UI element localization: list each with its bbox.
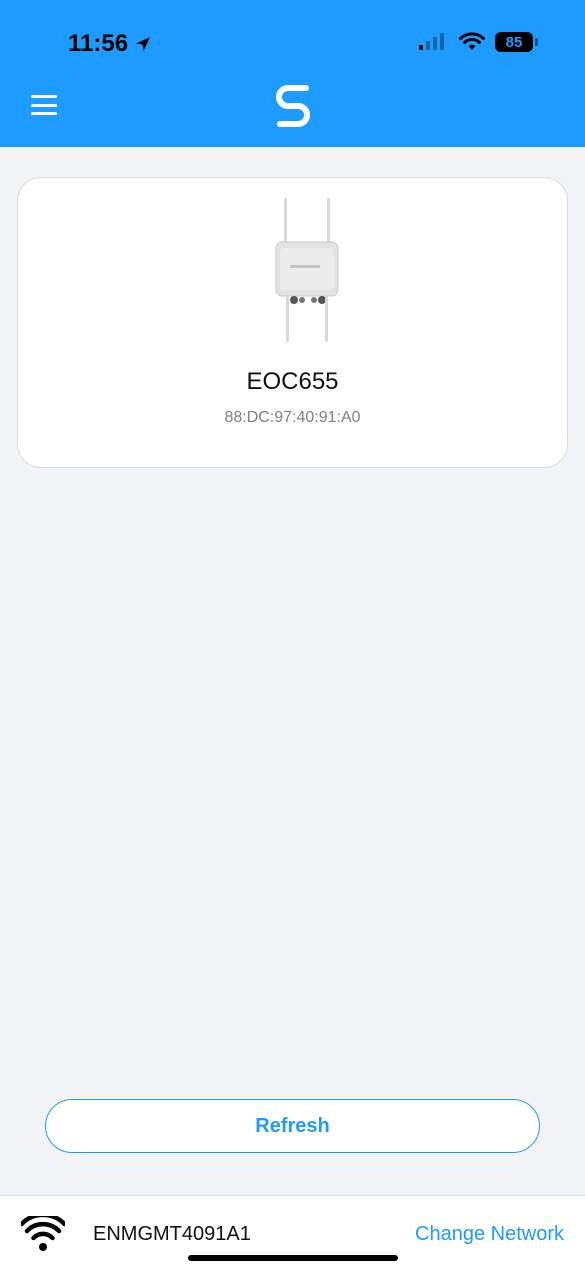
refresh-button-label: Refresh <box>255 1114 330 1137</box>
network-name: ENMGMT4091A1 <box>93 1223 251 1245</box>
battery-icon: 85 <box>495 32 538 52</box>
refresh-button[interactable]: Refresh <box>45 1099 540 1153</box>
wifi-icon <box>21 1216 65 1251</box>
device-name: EOC655 <box>246 368 339 395</box>
change-network-link[interactable]: Change Network <box>415 1223 564 1246</box>
status-time: 11:56 <box>68 30 152 58</box>
cellular-signal-icon <box>419 33 444 50</box>
device-card[interactable]: EOC655 88:DC:97:40:91:A0 <box>17 177 568 468</box>
home-indicator[interactable] <box>188 1255 398 1261</box>
location-arrow-icon <box>136 37 151 51</box>
app-header: 11:56 85 <box>0 0 585 147</box>
wifi-icon <box>459 32 485 50</box>
hamburger-menu-icon[interactable] <box>31 95 57 115</box>
battery-level: 85 <box>505 33 523 51</box>
s-logo-icon <box>276 85 310 127</box>
device-mac-address: 88:DC:97:40:91:A0 <box>224 409 361 426</box>
status-icons: 85 <box>419 32 538 52</box>
outdoor-access-point-icon <box>275 198 339 342</box>
status-time-label: 11:56 <box>68 30 129 57</box>
